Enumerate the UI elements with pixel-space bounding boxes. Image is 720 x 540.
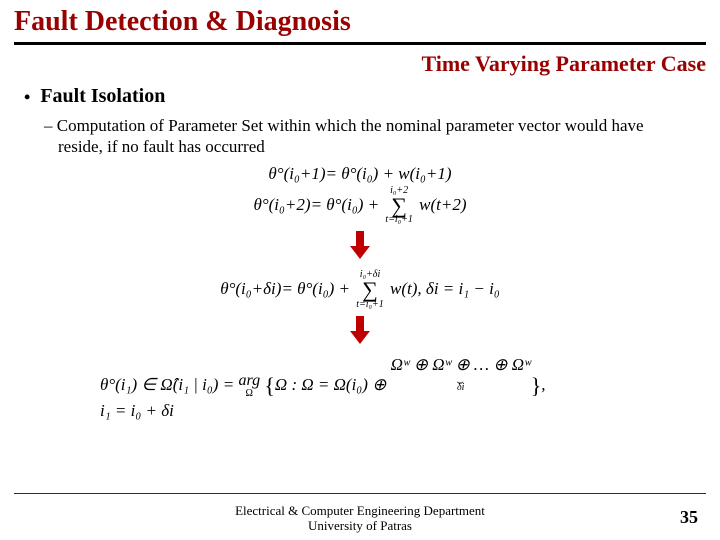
arrow-down-icon	[350, 231, 370, 259]
footer-rule	[14, 493, 706, 494]
slide-subtitle: Time Varying Parameter Case	[0, 45, 720, 85]
equation-3: θ°(i₀+δi)= θ°(i₀) + i₀+δi ∑ t=i₀+1 w(t),…	[40, 270, 680, 310]
slide-title: Fault Detection & Diagnosis	[0, 0, 720, 42]
footer-text: Electrical & Computer Engineering Depart…	[0, 503, 720, 534]
bullet-level1-text: Fault Isolation	[40, 85, 165, 108]
arrow-down-icon	[350, 316, 370, 344]
equation-5: i₁ = i₀ + δi	[40, 401, 680, 421]
footer-line1: Electrical & Computer Engineering Depart…	[0, 503, 720, 519]
bullet-dot-icon: •	[24, 85, 30, 109]
footer-line2: University of Patras	[0, 518, 720, 534]
bullet-level1: • Fault Isolation	[24, 85, 686, 109]
equation-2: θ°(i₀+2)= θ°(i₀) + i₀+2 ∑ t=i₀+1 w(t+2)	[40, 186, 680, 226]
page-number: 35	[680, 507, 698, 528]
equation-4: θ°(i₁) ∈ Ω̂(i₁ | i₀) = arg Ω {Ω : Ω = Ω(…	[40, 355, 680, 399]
equation-1: θ°(i₀+1)= θ°(i₀) + w(i₀+1)	[40, 164, 680, 184]
bullet-level2: – Computation of Parameter Set within wh…	[24, 115, 686, 158]
